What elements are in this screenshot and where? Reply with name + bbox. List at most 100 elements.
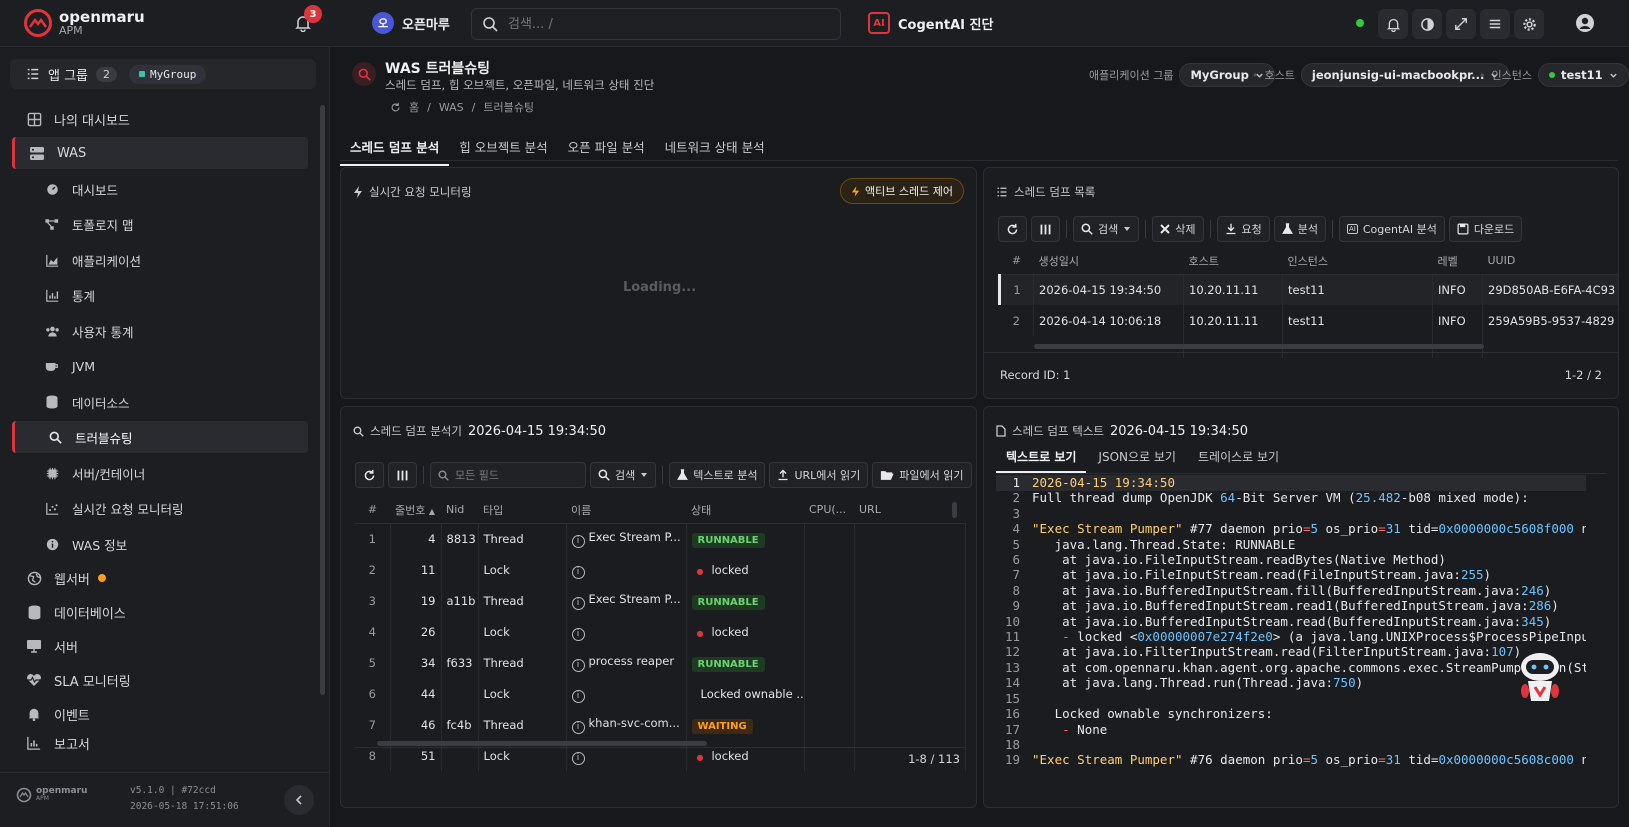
sidebar-item-dashboard[interactable]: 대시보드 [12, 173, 308, 205]
table-row[interactable]: 3 19 a11b Thread i Exec Stream P... RUNNABLE [355, 585, 966, 616]
info-icon[interactable]: i [571, 627, 585, 641]
search-dropdown-button[interactable]: 검색 [590, 462, 657, 488]
read-from-url-button[interactable]: URL에서 읽기 [769, 462, 869, 488]
table-row[interactable]: 211 Locki locked [355, 554, 966, 585]
info-icon[interactable]: i [571, 565, 585, 579]
analyzer-v-scrollbar[interactable] [952, 502, 957, 518]
sidebar-item-events[interactable]: 이벤트 [12, 698, 308, 730]
fullscreen-button[interactable] [1446, 9, 1476, 39]
tab-trace-view[interactable]: 트레이스로 보기 [1188, 442, 1289, 473]
analyze-button[interactable]: 분석 [1273, 216, 1326, 242]
breadcrumb-home[interactable]: 홈 [409, 99, 419, 115]
group-chip[interactable]: MyGroup [129, 64, 207, 84]
database-icon [44, 394, 60, 410]
search-dropdown-button[interactable]: 검색 [1073, 216, 1140, 242]
col-header[interactable]: 인스턴스 [1282, 248, 1433, 275]
settings-button[interactable] [1514, 9, 1544, 39]
sidebar-item-datasource[interactable]: 데이터소스 [12, 386, 308, 418]
refresh-button[interactable] [998, 216, 1027, 242]
sidebar-item-server-container[interactable]: 서버/컨테이너 [12, 457, 308, 489]
cogent-ai-diagnosis-button[interactable]: AI CogentAI 진단 [868, 12, 993, 34]
global-search[interactable] [471, 8, 841, 40]
sidebar-item-my-dashboard[interactable]: 나의 대시보드 [12, 103, 308, 135]
collapse-sidebar-button[interactable] [284, 785, 314, 815]
tab-text-view[interactable]: 텍스트로 보기 [996, 442, 1087, 473]
table-row[interactable]: 1 4 8813 Thread i Exec Stream P... RUNNABLE [355, 523, 966, 554]
table-cell: f633 [441, 647, 479, 678]
report-icon [26, 735, 42, 751]
dump-text-editor[interactable]: 1 2026-04-15 19:34:50 2 Full thread dump Op… [996, 475, 1586, 768]
alerts-button[interactable] [1378, 9, 1408, 39]
col-header[interactable]: 호스트 [1183, 248, 1283, 275]
download-button[interactable]: 다운로드 [1448, 216, 1523, 242]
org-selector[interactable]: 오 오픈마루 [372, 12, 450, 34]
col-header[interactable]: 생성일시 [1033, 248, 1184, 275]
sidebar-item-server[interactable]: 서버 [12, 630, 308, 662]
info-icon[interactable]: i [571, 720, 585, 734]
table-cell: 4 [390, 523, 442, 554]
col-header[interactable]: 타입 [478, 497, 566, 524]
sidebar-scrollbar[interactable] [320, 105, 325, 695]
refresh-button[interactable] [355, 462, 384, 488]
sidebar-item-troubleshooting[interactable]: 트러블슈팅 [12, 421, 308, 453]
notification-button[interactable]: 3 [289, 5, 322, 37]
analyzer-header: 스레드 덤프 분석기 2026-04-15 19:34:50 [353, 423, 606, 439]
col-header[interactable]: 상태 [686, 497, 804, 524]
field-filter-input[interactable]: 모든 필드 [430, 462, 586, 488]
sidebar-item-reports[interactable]: 보고서 [12, 732, 308, 754]
sidebar-item-topology-map[interactable]: 토폴로지 맵 [12, 208, 308, 240]
col-header[interactable]: CPU(... [804, 497, 854, 524]
delete-button[interactable]: 삭제 [1152, 216, 1204, 242]
analyze-from-text-button[interactable]: 텍스트로 분석 [669, 462, 766, 488]
app-group-selector[interactable]: 앱 그룹 2 MyGroup [10, 59, 316, 89]
col-header[interactable]: Nid [441, 497, 478, 524]
table-cell: RUNNABLE [686, 523, 805, 554]
sidebar-item-database[interactable]: 데이터베이스 [12, 596, 308, 628]
active-thread-control-button[interactable]: 액티브 스레드 제어 [840, 178, 964, 204]
columns-button[interactable] [1031, 216, 1060, 242]
sidebar-item-jvm[interactable]: JVM [12, 350, 308, 382]
info-icon[interactable]: i [571, 689, 585, 703]
columns-button[interactable] [388, 462, 417, 488]
col-header[interactable]: 이름 [566, 497, 686, 524]
table-row[interactable]: 2 2026-04-14 10:06:18 10.20.11.11 test11… [999, 305, 1618, 336]
request-button[interactable]: 요청 [1216, 216, 1270, 242]
menu-button[interactable] [1480, 9, 1510, 39]
sidebar-item-user-statistics[interactable]: 사용자 통계 [12, 315, 308, 347]
col-header-line-sorted[interactable]: 줄번호 ▲ [390, 497, 441, 524]
sidebar-item-was-info[interactable]: WAS 정보 [12, 528, 308, 560]
col-header[interactable]: URL [854, 497, 965, 524]
sidebar-item-was[interactable]: WAS [12, 137, 308, 169]
close-icon [1160, 224, 1170, 234]
table-row[interactable]: 5 34 f633 Thread i process reaper RUNNABLE [355, 647, 966, 678]
sidebar-item-statistics[interactable]: 통계 [12, 279, 308, 311]
theme-toggle-button[interactable] [1412, 9, 1442, 39]
tab-json-view[interactable]: JSON으로 보기 [1086, 442, 1188, 473]
code-text: at com.opennaru.khan.agent.org.apache.co… [1032, 659, 1586, 675]
sidebar-item-application[interactable]: 애플리케이션 [12, 244, 308, 276]
cogent-analyze-button[interactable]: AI CogentAI 분석 [1339, 216, 1445, 242]
user-profile-button[interactable] [1571, 9, 1599, 37]
info-icon[interactable]: i [571, 534, 585, 548]
analyzer-h-scrollbar[interactable] [377, 741, 707, 746]
sidebar-item-sla-monitoring[interactable]: SLA 모니터링 [12, 664, 308, 696]
dump-list-h-scrollbar[interactable] [1034, 344, 1484, 349]
table-row[interactable]: 1 2026-04-15 19:34:50 10.20.11.11 test11… [999, 274, 1618, 305]
col-header[interactable]: 레벨 [1432, 248, 1483, 275]
info-icon[interactable]: i [571, 751, 585, 765]
info-icon[interactable]: i [571, 596, 585, 610]
table-row[interactable]: 426 Locki locked [355, 616, 966, 647]
sidebar-item-realtime-monitoring[interactable]: 실시간 요청 모니터링 [12, 492, 308, 524]
read-from-file-button[interactable]: 파일에서 읽기 [872, 462, 972, 488]
table-row[interactable]: 7 46 fc4b Thread i khan-svc-com... WAITING [355, 709, 966, 740]
assistant-robot-icon[interactable] [1517, 651, 1563, 709]
instance-filter-select[interactable]: test11 [1537, 63, 1629, 87]
table-row[interactable]: 6 44 Lock i Locked ownable ... [355, 678, 966, 709]
col-header[interactable]: UUID [1482, 248, 1618, 275]
global-search-input[interactable] [508, 16, 808, 32]
table-cell: 34 [390, 647, 442, 678]
info-icon[interactable]: i [571, 658, 585, 672]
openmaru-logo[interactable]: openmaru APM [24, 9, 145, 37]
sidebar-item-webserver[interactable]: 웹서버 [12, 562, 308, 594]
breadcrumb-was[interactable]: WAS [439, 101, 464, 114]
